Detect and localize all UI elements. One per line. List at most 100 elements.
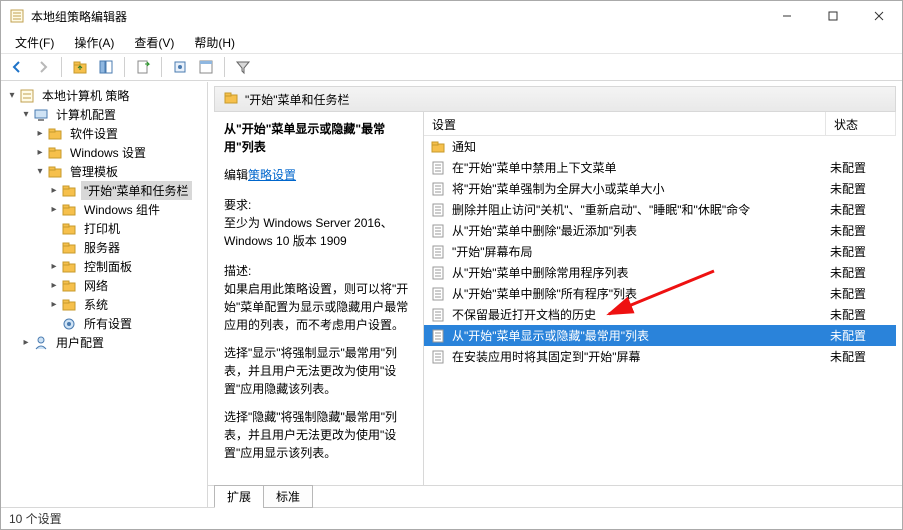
list-item-label: 从"开始"菜单中删除"最近添加"列表 bbox=[452, 222, 830, 239]
policy-icon bbox=[430, 349, 446, 365]
details-pane: "开始"菜单和任务栏 从"开始"菜单显示或隐藏"最常用"列表 编辑策略设置 要求… bbox=[208, 82, 902, 507]
tree-label: Windows 设置 bbox=[67, 143, 149, 162]
list-row[interactable]: 从"开始"菜单中删除"所有程序"列表未配置 bbox=[424, 283, 896, 304]
chevron-right-icon[interactable]: ▸ bbox=[47, 260, 61, 274]
settings-icon bbox=[61, 316, 77, 332]
list-item-label: 从"开始"菜单中删除"所有程序"列表 bbox=[452, 285, 830, 302]
chevron-down-icon[interactable]: ▾ bbox=[5, 89, 19, 103]
details-header-title: "开始"菜单和任务栏 bbox=[245, 91, 350, 108]
tab-extended[interactable]: 扩展 bbox=[214, 485, 264, 508]
list-row-selected[interactable]: 从"开始"菜单显示或隐藏"最常用"列表未配置 bbox=[424, 325, 896, 346]
list-row[interactable]: 不保留最近打开文档的历史未配置 bbox=[424, 304, 896, 325]
list-item-label: 将"开始"菜单强制为全屏大小或菜单大小 bbox=[452, 180, 830, 197]
folder-icon bbox=[61, 221, 77, 237]
list-item-label: 不保留最近打开文档的历史 bbox=[452, 306, 830, 323]
chevron-right-icon[interactable]: ▸ bbox=[33, 127, 47, 141]
tree-computer-config[interactable]: ▾ 计算机配置 bbox=[1, 105, 207, 124]
selected-setting-name: 从"开始"菜单显示或隐藏"最常用"列表 bbox=[224, 120, 413, 156]
status-text: 10 个设置 bbox=[9, 510, 62, 527]
folder-icon bbox=[61, 202, 77, 218]
tree-root[interactable]: ▾ 本地计算机 策略 bbox=[1, 86, 207, 105]
chevron-down-icon[interactable]: ▾ bbox=[33, 165, 47, 179]
list-row[interactable]: "开始"屏幕布局未配置 bbox=[424, 241, 896, 262]
menu-help[interactable]: 帮助(H) bbox=[186, 32, 243, 53]
chevron-right-icon[interactable]: ▸ bbox=[47, 298, 61, 312]
details-content: 从"开始"菜单显示或隐藏"最常用"列表 编辑策略设置 要求: 至少为 Windo… bbox=[208, 112, 902, 485]
show-hide-tree-button[interactable] bbox=[94, 55, 118, 79]
list-item-status: 未配置 bbox=[830, 264, 890, 281]
list-header: 设置 状态 bbox=[424, 112, 896, 136]
tree-label: 所有设置 bbox=[81, 314, 135, 333]
tree-network[interactable]: ▸网络 bbox=[1, 276, 207, 295]
maximize-button[interactable] bbox=[810, 1, 856, 31]
app-icon bbox=[9, 8, 25, 24]
up-button[interactable] bbox=[68, 55, 92, 79]
tree-server[interactable]: 服务器 bbox=[1, 238, 207, 257]
folder-icon bbox=[61, 297, 77, 313]
tree-label: 控制面板 bbox=[81, 257, 135, 276]
list-item-label: "开始"屏幕布局 bbox=[452, 243, 830, 260]
list-row[interactable]: 删除并阻止访问"关机"、"重新启动"、"睡眠"和"休眠"命令未配置 bbox=[424, 199, 896, 220]
policy-icon bbox=[19, 88, 35, 104]
column-setting[interactable]: 设置 bbox=[424, 112, 826, 135]
list-row[interactable]: 从"开始"菜单中删除常用程序列表未配置 bbox=[424, 262, 896, 283]
list-item-status: 未配置 bbox=[830, 222, 890, 239]
list-row[interactable]: 将"开始"菜单强制为全屏大小或菜单大小未配置 bbox=[424, 178, 896, 199]
computer-icon bbox=[33, 107, 49, 123]
properties-button[interactable] bbox=[194, 55, 218, 79]
list-body[interactable]: 通知 在"开始"菜单中禁用上下文菜单未配置 将"开始"菜单强制为全屏大小或菜单大… bbox=[424, 136, 896, 485]
list-item-label: 在"开始"菜单中禁用上下文菜单 bbox=[452, 159, 830, 176]
list-item-status: 未配置 bbox=[830, 306, 890, 323]
tree-windows-settings[interactable]: ▸ Windows 设置 bbox=[1, 143, 207, 162]
list-item-label: 从"开始"菜单中删除常用程序列表 bbox=[452, 264, 830, 281]
list-item-label: 通知 bbox=[452, 138, 830, 155]
edit-policy-link[interactable]: 策略设置 bbox=[248, 168, 296, 182]
list-row[interactable]: 在"开始"菜单中禁用上下文菜单未配置 bbox=[424, 157, 896, 178]
status-bar: 10 个设置 bbox=[1, 507, 902, 529]
tree-software-settings[interactable]: ▸ 软件设置 bbox=[1, 124, 207, 143]
menu-view[interactable]: 查看(V) bbox=[126, 32, 182, 53]
tab-standard[interactable]: 标准 bbox=[263, 485, 313, 508]
tree-control-panel[interactable]: ▸ 控制面板 bbox=[1, 257, 207, 276]
menu-file[interactable]: 文件(F) bbox=[7, 32, 62, 53]
minimize-button[interactable] bbox=[764, 1, 810, 31]
navigation-tree[interactable]: ▾ 本地计算机 策略 ▾ 计算机配置 ▸ 软件设置 bbox=[1, 82, 208, 507]
toolbar-separator bbox=[224, 57, 225, 77]
folder-icon bbox=[223, 90, 239, 109]
list-row[interactable]: 在安装应用时将其固定到"开始"屏幕未配置 bbox=[424, 346, 896, 367]
description-text-3: 选择"隐藏"将强制隐藏"最常用"列表，并且用户无法更改为使用"设置"应用显示该列… bbox=[224, 408, 413, 462]
tree-windows-components[interactable]: ▸Windows 组件 bbox=[1, 200, 207, 219]
tree-user-config[interactable]: ▸ 用户配置 bbox=[1, 333, 207, 352]
tree-label: 本地计算机 策略 bbox=[39, 86, 132, 105]
window-title: 本地组策略编辑器 bbox=[31, 8, 764, 25]
menu-action[interactable]: 操作(A) bbox=[66, 32, 122, 53]
forward-button[interactable] bbox=[31, 55, 55, 79]
policy-icon bbox=[430, 286, 446, 302]
chevron-right-icon[interactable]: ▸ bbox=[47, 184, 61, 198]
column-status[interactable]: 状态 bbox=[826, 112, 896, 135]
chevron-right-icon[interactable]: ▸ bbox=[47, 203, 61, 217]
back-button[interactable] bbox=[5, 55, 29, 79]
tree-start-taskbar[interactable]: ▸"开始"菜单和任务栏 bbox=[1, 181, 207, 200]
detail-tabs: 扩展 标准 bbox=[208, 485, 902, 507]
chevron-down-icon[interactable]: ▾ bbox=[19, 108, 33, 122]
list-folder-row[interactable]: 通知 bbox=[424, 136, 896, 157]
chevron-right-icon[interactable]: ▸ bbox=[47, 279, 61, 293]
chevron-right-icon[interactable]: ▸ bbox=[33, 146, 47, 160]
filter-button[interactable] bbox=[231, 55, 255, 79]
tree-admin-templates[interactable]: ▾管理模板 bbox=[1, 162, 207, 181]
tree-all-settings[interactable]: 所有设置 bbox=[1, 314, 207, 333]
tree-label: 打印机 bbox=[81, 219, 123, 238]
refresh-button[interactable] bbox=[168, 55, 192, 79]
list-item-status: 未配置 bbox=[830, 180, 890, 197]
title-bar: 本地组策略编辑器 bbox=[1, 1, 902, 31]
list-row[interactable]: 从"开始"菜单中删除"最近添加"列表未配置 bbox=[424, 220, 896, 241]
tree-printers[interactable]: 打印机 bbox=[1, 219, 207, 238]
close-button[interactable] bbox=[856, 1, 902, 31]
tree-label: 软件设置 bbox=[67, 124, 121, 143]
chevron-right-icon[interactable]: ▸ bbox=[19, 336, 33, 350]
tree-label: 计算机配置 bbox=[53, 105, 119, 124]
export-button[interactable] bbox=[131, 55, 155, 79]
tree-system[interactable]: ▸系统 bbox=[1, 295, 207, 314]
tree-label: 用户配置 bbox=[53, 333, 107, 352]
